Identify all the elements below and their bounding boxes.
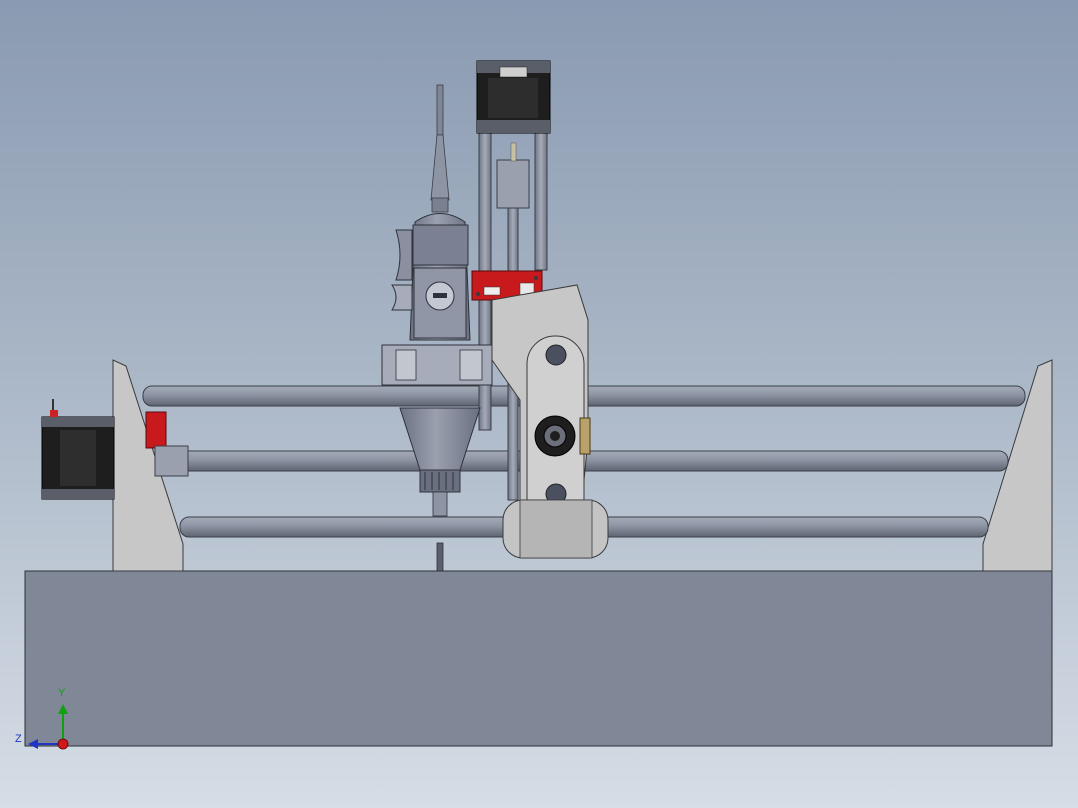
spindle-tool[interactable]	[381, 84, 493, 572]
cad-model-view[interactable]	[0, 0, 1078, 808]
left-stepper-motor[interactable]	[41, 399, 115, 500]
triad-y-label: Y	[58, 687, 66, 699]
cad-graphics-viewport[interactable]: Y Z	[0, 0, 1078, 808]
left-limit-switch-board	[145, 411, 167, 449]
middle-rod-coupler	[154, 445, 189, 477]
z-stepper-motor[interactable]	[476, 60, 551, 134]
base-block[interactable]	[24, 570, 1053, 747]
triad-z-label: Z	[15, 733, 22, 745]
